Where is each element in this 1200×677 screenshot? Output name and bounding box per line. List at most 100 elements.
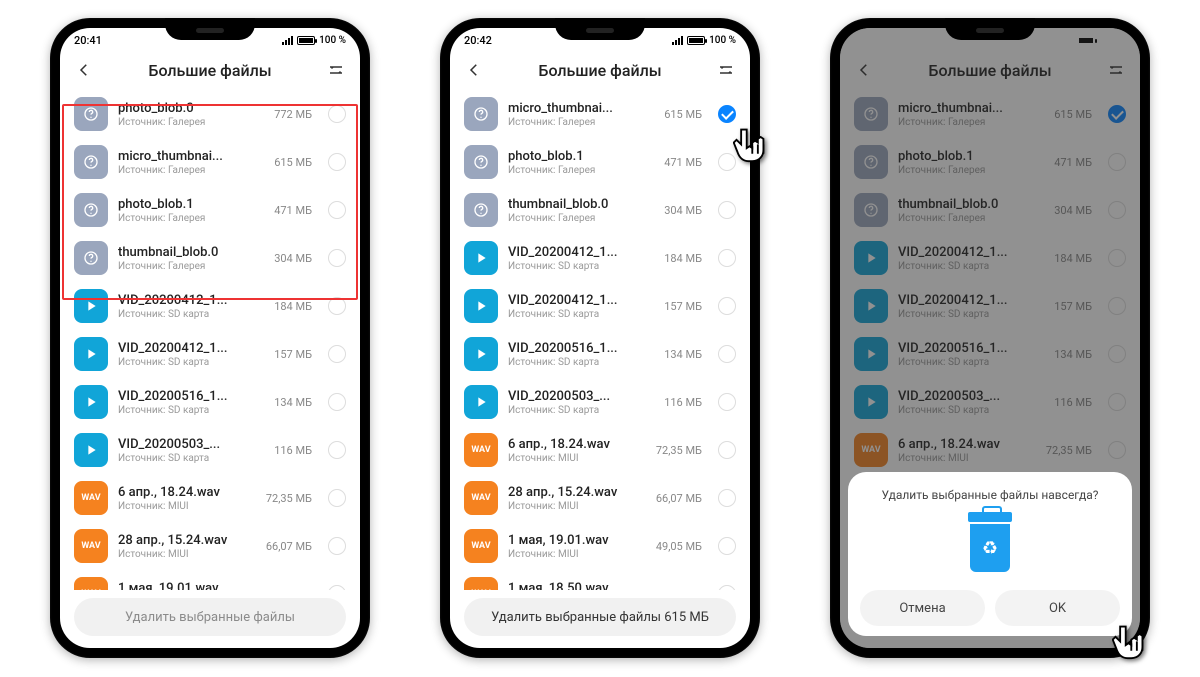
file-row[interactable]: WAV1 мая, 18.50.wavИсточник: MIUI37,17 М… bbox=[450, 570, 750, 590]
select-checkbox[interactable] bbox=[718, 585, 736, 590]
file-row[interactable]: thumbnail_blob.0Источник: Галерея304 МБ bbox=[450, 186, 750, 234]
file-row[interactable]: VID_20200412_1...Источник: SD карта157 М… bbox=[60, 330, 360, 378]
file-size: 304 МБ bbox=[274, 252, 312, 265]
file-row[interactable]: WAV6 апр., 18.24.wavИсточник: MIUI72,35 … bbox=[60, 474, 360, 522]
wav-file-icon: WAV bbox=[74, 481, 108, 515]
battery-percent: 100 % bbox=[709, 35, 736, 46]
file-source: Источник: Галерея bbox=[118, 165, 264, 176]
file-size: 66,07 МБ bbox=[266, 540, 312, 553]
file-row[interactable]: WAV28 апр., 15.24.wavИсточник: MIUI66,07… bbox=[450, 474, 750, 522]
file-info: photo_blob.1Источник: Галерея bbox=[118, 197, 264, 224]
screen: 20:41100 %Большие файлыphoto_blob.0Источ… bbox=[60, 28, 360, 648]
sort-icon[interactable] bbox=[326, 60, 346, 80]
file-name: photo_blob.1 bbox=[508, 149, 643, 164]
status-time: 20:42 bbox=[464, 34, 492, 47]
file-row[interactable]: micro_thumbnai...Источник: Галерея615 МБ bbox=[60, 138, 360, 186]
file-list[interactable]: photo_blob.0Источник: Галерея772 МБmicro… bbox=[60, 90, 360, 590]
back-icon[interactable] bbox=[74, 60, 94, 80]
file-source: Источник: MIUI bbox=[508, 549, 646, 560]
file-source: Источник: Галерея bbox=[118, 213, 264, 224]
select-checkbox[interactable] bbox=[328, 297, 346, 315]
file-source: Источник: SD карта bbox=[118, 453, 264, 464]
select-checkbox[interactable] bbox=[718, 489, 736, 507]
file-info: VID_20200516_1...Источник: SD карта bbox=[118, 389, 264, 416]
file-row[interactable]: WAV1 мая, 19.01.wavИсточник: MIUI bbox=[60, 570, 360, 590]
file-size: 134 МБ bbox=[274, 396, 312, 409]
phone-frame: 20:42100 %Большие файлыmicro_thumbnai...… bbox=[830, 18, 1150, 658]
select-checkbox[interactable] bbox=[328, 345, 346, 363]
unknown-file-icon bbox=[464, 145, 498, 179]
file-list[interactable]: micro_thumbnai...Источник: Галерея615 МБ… bbox=[450, 90, 750, 590]
phone-frame: 20:42 100 % Большие файлыmicro_thumbnai...… bbox=[440, 18, 760, 658]
wav-file-icon: WAV bbox=[74, 529, 108, 563]
file-row[interactable]: WAV28 апр., 15.24.wavИсточник: MIUI66,07… bbox=[60, 522, 360, 570]
file-row[interactable]: VID_20200412_1...Источник: SD карта157 М… bbox=[450, 282, 750, 330]
file-info: VID_20200503_...Источник: SD карта bbox=[508, 389, 654, 416]
file-size: 615 МБ bbox=[664, 108, 702, 121]
ok-button[interactable]: OK bbox=[995, 590, 1120, 626]
file-row[interactable]: photo_blob.1Источник: Галерея471 МБ bbox=[60, 186, 360, 234]
select-checkbox[interactable] bbox=[718, 297, 736, 315]
delete-selected-button[interactable]: Удалить выбранные файлы 615 МБ bbox=[464, 598, 736, 636]
unknown-file-icon bbox=[74, 193, 108, 227]
notch bbox=[165, 18, 255, 40]
file-source: Источник: MIUI bbox=[118, 549, 256, 560]
select-checkbox[interactable] bbox=[328, 249, 346, 267]
file-row[interactable]: VID_20200503_...Источник: SD карта116 МБ bbox=[450, 378, 750, 426]
select-checkbox[interactable] bbox=[718, 393, 736, 411]
file-row[interactable]: VID_20200412_1...Источник: SD карта184 М… bbox=[60, 282, 360, 330]
file-row[interactable]: VID_20200503_...Источник: SD карта 116 МБ bbox=[60, 426, 360, 474]
file-size: 772 МБ bbox=[274, 108, 312, 121]
sort-icon[interactable] bbox=[716, 60, 736, 80]
file-info: VID_20200503_...Источник: SD карта bbox=[118, 437, 264, 464]
file-row[interactable]: micro_thumbnai...Источник: Галерея615 МБ bbox=[450, 90, 750, 138]
file-row[interactable]: VID_20200412_1...Источник: SD карта184 М… bbox=[450, 234, 750, 282]
file-row[interactable]: thumbnail_blob.0Источник: Галерея 304 МБ bbox=[60, 234, 360, 282]
file-row[interactable]: photo_blob.1Источник: Галерея471 МБ bbox=[450, 138, 750, 186]
back-icon[interactable] bbox=[464, 60, 484, 80]
battery-percent: 100 % bbox=[319, 35, 346, 46]
video-file-icon bbox=[74, 385, 108, 419]
header: Большие файлы bbox=[450, 52, 750, 90]
file-source: Источник: Галерея bbox=[508, 165, 654, 176]
wav-file-icon: WAV bbox=[464, 577, 498, 590]
phone-frame: 20:41100 %Большие файлыphoto_blob.0Источ… bbox=[50, 18, 370, 658]
select-checkbox[interactable] bbox=[718, 345, 736, 363]
select-checkbox[interactable] bbox=[718, 441, 736, 459]
file-row[interactable]: VID_20200516_1...Источник: SD карта 134 М… bbox=[450, 330, 750, 378]
unknown-file-icon bbox=[464, 193, 498, 227]
file-name: VID_20200516_1... bbox=[508, 341, 643, 356]
file-row[interactable]: WAV1 мая, 19.01.wavИсточник: MIUI49,05 М… bbox=[450, 522, 750, 570]
file-info: 1 мая, 18.50.wavИсточник: MIUI bbox=[508, 581, 646, 591]
screen: 20:42100 %Большие файлыmicro_thumbnai...… bbox=[840, 28, 1140, 648]
cancel-button[interactable]: Отмена bbox=[860, 590, 985, 626]
file-source: Источник: SD карта bbox=[508, 357, 654, 368]
file-size: 134 МБ bbox=[664, 348, 702, 361]
select-checkbox[interactable] bbox=[328, 393, 346, 411]
battery-icon bbox=[687, 36, 705, 45]
delete-selected-button[interactable]: Удалить выбранные файлы bbox=[74, 598, 346, 636]
select-checkbox[interactable] bbox=[328, 585, 346, 590]
select-checkbox[interactable] bbox=[718, 537, 736, 555]
select-checkbox[interactable] bbox=[328, 441, 346, 459]
file-source: Источник: SD карта bbox=[118, 309, 264, 320]
file-row[interactable]: photo_blob.0Источник: Галерея772 МБ bbox=[60, 90, 360, 138]
select-checkbox[interactable] bbox=[328, 489, 346, 507]
screen: 20:42 100 % Большие файлыmicro_thumbnai...… bbox=[450, 28, 750, 648]
file-size: 116 МБ bbox=[274, 444, 312, 457]
file-row[interactable]: VID_20200516_1...Источник: SD карта 134 М… bbox=[60, 378, 360, 426]
select-checkbox[interactable] bbox=[328, 153, 346, 171]
select-checkbox[interactable] bbox=[328, 537, 346, 555]
file-name: 1 мая, 19.01.wav bbox=[508, 533, 643, 548]
file-row[interactable]: WAV6 апр., 18.24.wavИсточник: MIUI72,35 … bbox=[450, 426, 750, 474]
select-checkbox[interactable] bbox=[718, 201, 736, 219]
select-checkbox[interactable] bbox=[328, 201, 346, 219]
file-source: Источник: SD карта bbox=[118, 357, 264, 368]
select-checkbox[interactable] bbox=[718, 249, 736, 267]
file-name: photo_blob.1 bbox=[118, 197, 253, 212]
file-info: VID_20200412_1...Источник: SD карта bbox=[118, 341, 264, 368]
select-checkbox[interactable] bbox=[718, 105, 736, 123]
file-info: thumbnail_blob.0Источник: Галерея bbox=[118, 245, 264, 272]
select-checkbox[interactable] bbox=[328, 105, 346, 123]
status-time: 20:41 bbox=[74, 34, 102, 47]
